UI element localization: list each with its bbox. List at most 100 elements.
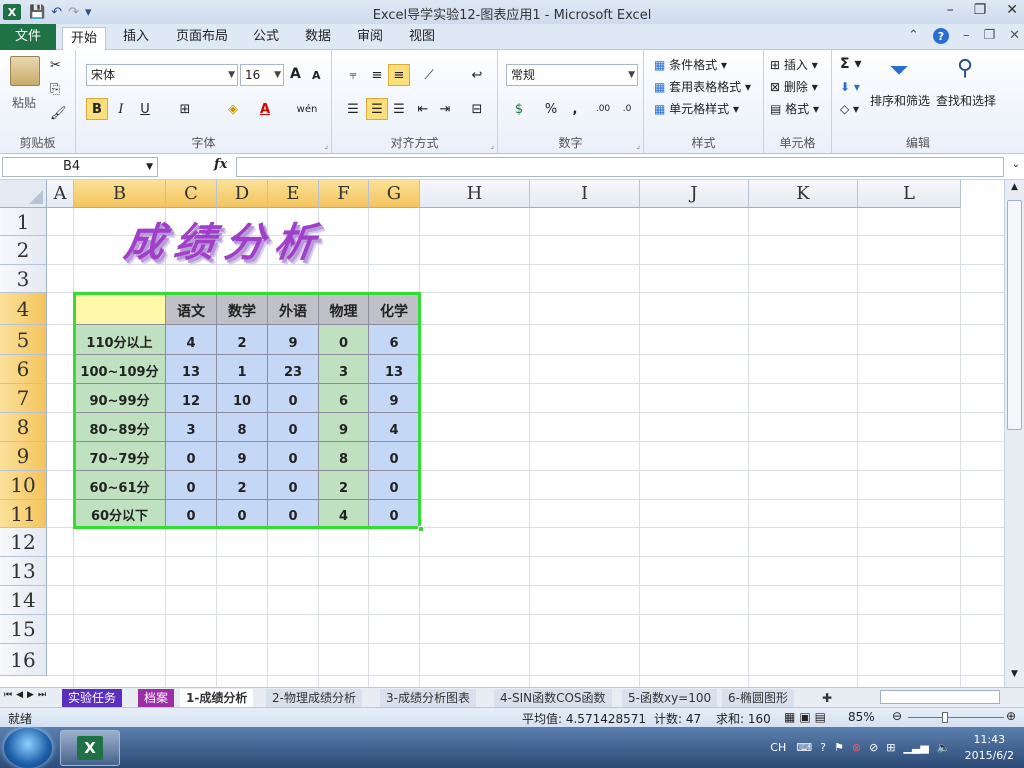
minimize-button[interactable]: –: [947, 2, 954, 18]
table-cell[interactable]: 3: [319, 355, 369, 384]
column-header-h[interactable]: H: [420, 180, 530, 208]
sheet-tab[interactable]: 2-物理成绩分析: [266, 689, 362, 707]
table-cell[interactable]: 10: [217, 384, 268, 413]
insert-cells-button[interactable]: ⊞ 插入 ▾: [770, 56, 818, 73]
tab-file[interactable]: 文件: [0, 24, 56, 50]
format-painter-icon[interactable]: 🖌: [50, 106, 67, 121]
wordart-title[interactable]: 成绩分析: [121, 210, 329, 268]
table-cell[interactable]: 23: [268, 355, 319, 384]
table-cell[interactable]: 0: [369, 442, 420, 471]
align-top-icon[interactable]: ⫧: [342, 64, 364, 86]
fill-handle[interactable]: [418, 526, 424, 532]
row-header-16[interactable]: 16: [0, 644, 47, 676]
maximize-button[interactable]: ❐: [974, 2, 987, 18]
column-header-j[interactable]: J: [640, 180, 749, 208]
font-color-button[interactable]: A: [254, 98, 276, 120]
fill-icon[interactable]: ⬇ ▾: [840, 80, 860, 94]
column-header-l[interactable]: L: [858, 180, 961, 208]
flag-icon[interactable]: ⚑: [834, 741, 844, 754]
shrink-font-button[interactable]: A: [312, 69, 321, 82]
percent-button[interactable]: %: [540, 98, 562, 120]
table-cell[interactable]: 6: [369, 325, 420, 355]
horizontal-scrollbar[interactable]: [880, 690, 1000, 704]
table-header-cell[interactable]: 语文: [166, 293, 217, 325]
tab-data[interactable]: 数据: [300, 26, 336, 50]
workbook-close-icon[interactable]: ✕: [1009, 28, 1020, 44]
increase-decimal-icon[interactable]: .00: [592, 98, 614, 120]
table-cell[interactable]: 0: [166, 471, 217, 500]
vertical-scrollbar[interactable]: ▲ ▼: [1004, 180, 1024, 687]
decrease-decimal-icon[interactable]: .0: [616, 98, 638, 120]
start-button[interactable]: [4, 728, 52, 768]
row-header-10[interactable]: 10: [0, 471, 47, 500]
table-row-label[interactable]: 90~99分: [74, 384, 166, 413]
grow-font-button[interactable]: A: [290, 66, 301, 82]
align-bottom-icon[interactable]: ≡: [388, 64, 410, 86]
table-header-cell[interactable]: 外语: [268, 293, 319, 325]
binoculars-icon[interactable]: ⚲: [950, 56, 980, 86]
table-cell[interactable]: 9: [369, 384, 420, 413]
table-cell[interactable]: 9: [217, 442, 268, 471]
table-cell[interactable]: 2: [217, 325, 268, 355]
sheet-tab[interactable]: 档案: [138, 689, 175, 707]
format-cells-button[interactable]: ▤ 格式 ▾: [770, 100, 819, 117]
table-cell[interactable]: 0: [268, 500, 319, 528]
formula-input[interactable]: [236, 157, 1004, 177]
new-sheet-icon[interactable]: ✚: [816, 689, 838, 707]
security-icon[interactable]: ⊘: [869, 741, 878, 754]
delete-cells-button[interactable]: ⊠ 删除 ▾: [770, 78, 818, 95]
row-header-14[interactable]: 14: [0, 586, 47, 615]
table-cell[interactable]: 0: [268, 442, 319, 471]
table-row-label[interactable]: 60~61分: [74, 471, 166, 500]
table-cell[interactable]: 8: [319, 442, 369, 471]
row-header-11[interactable]: 11: [0, 500, 47, 528]
table-header-cell[interactable]: 物理: [319, 293, 369, 325]
zoom-out-icon[interactable]: ⊖: [892, 709, 902, 723]
table-cell[interactable]: 0: [268, 413, 319, 442]
sort-filter-button[interactable]: 排序和筛选: [870, 92, 930, 109]
table-cell[interactable]: 4: [369, 413, 420, 442]
row-header-13[interactable]: 13: [0, 557, 47, 586]
table-cell[interactable]: 4: [319, 500, 369, 528]
align-middle-icon[interactable]: ≡: [366, 64, 388, 86]
fill-color-icon[interactable]: ◈: [222, 98, 244, 120]
language-indicator[interactable]: CH: [770, 741, 786, 754]
align-left-icon[interactable]: ☰: [342, 98, 364, 120]
row-header-6[interactable]: 6: [0, 355, 47, 384]
table-cell[interactable]: 12: [166, 384, 217, 413]
row-header-1[interactable]: 1: [0, 208, 47, 236]
customize-qat-icon[interactable]: ▾: [85, 5, 92, 20]
comma-button[interactable]: ,: [564, 98, 586, 120]
save-icon[interactable]: 💾: [29, 5, 45, 20]
conditional-format-button[interactable]: ▦ 条件格式 ▾: [654, 56, 727, 73]
collapse-ribbon-icon[interactable]: ⌃: [908, 28, 919, 44]
clear-icon[interactable]: ◇ ▾: [840, 102, 859, 116]
table-cell[interactable]: 0: [166, 442, 217, 471]
underline-button[interactable]: U: [134, 98, 156, 120]
workbook-minimize-icon[interactable]: –: [963, 28, 970, 44]
undo-icon[interactable]: ↶: [51, 5, 62, 20]
table-row-label[interactable]: 60分以下: [74, 500, 166, 528]
table-cell[interactable]: 0: [268, 384, 319, 413]
column-header-d[interactable]: D: [217, 180, 268, 208]
volume-icon[interactable]: 🔈: [937, 741, 951, 754]
table-row-label[interactable]: 110分以上: [74, 325, 166, 355]
table-cell[interactable]: 1: [217, 355, 268, 384]
table-header-cell[interactable]: [74, 293, 166, 325]
table-cell[interactable]: 13: [166, 355, 217, 384]
zoom-slider[interactable]: [908, 717, 1004, 718]
table-cell[interactable]: 0: [369, 471, 420, 500]
column-header-c[interactable]: C: [166, 180, 217, 208]
number-format-select[interactable]: 常规 ▼: [506, 64, 638, 86]
zoom-thumb[interactable]: [942, 712, 948, 723]
column-header-b[interactable]: B: [74, 180, 166, 208]
tab-insert[interactable]: 插入: [116, 26, 156, 50]
scroll-down-icon[interactable]: ▼: [1007, 669, 1022, 683]
sheet-nav-icon[interactable]: ⏮◀▶⏭: [4, 690, 50, 700]
table-cell[interactable]: 13: [369, 355, 420, 384]
column-header-a[interactable]: A: [47, 180, 74, 208]
view-buttons-icon[interactable]: ▦▣▤: [784, 710, 830, 724]
workbook-restore-icon[interactable]: ❐: [983, 28, 995, 44]
decrease-indent-icon[interactable]: ⇤: [412, 98, 434, 120]
sheet-tab[interactable]: 3-成绩分析图表: [380, 689, 476, 707]
